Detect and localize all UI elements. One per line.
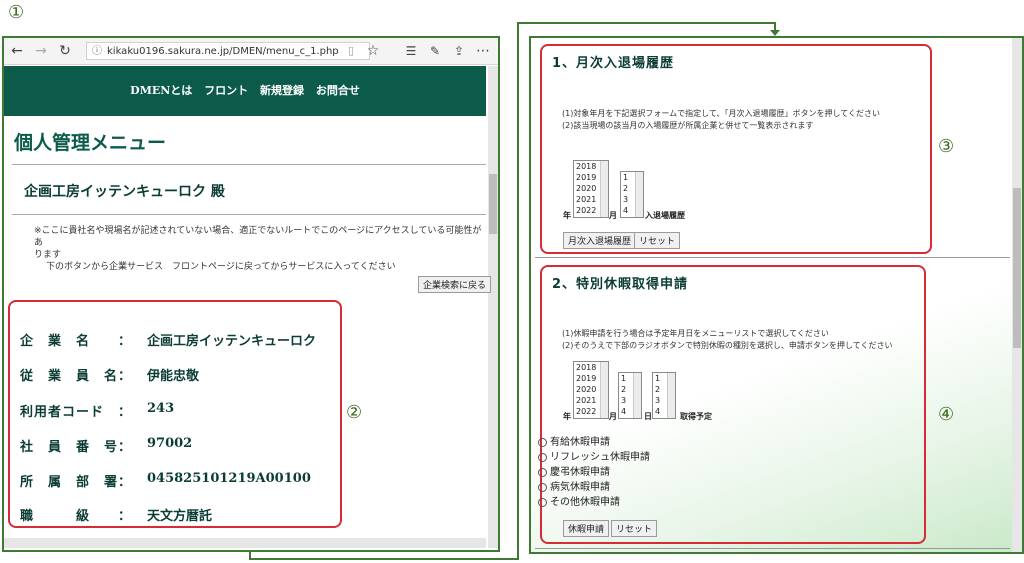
monthly-history-button[interactable]: 月次入退場履歴 (563, 232, 637, 249)
instruction-line: (2)そのうえで下部のラジオボタンで特別休暇の種別を選択し、申請ボタンを押してく… (562, 341, 893, 350)
step-three-label: ③ (938, 136, 955, 157)
special-leave-instructions: (1)休暇申請を行う場合は予定年月日をメニューリストで選択してください (2)そ… (562, 328, 892, 352)
scrollbar-thumb[interactable] (489, 174, 497, 234)
pen-icon[interactable]: ✎ (426, 42, 444, 60)
profile-label-user-code: 利用者コード ： (20, 405, 133, 420)
radio-other-leave[interactable]: その他休暇申請 (538, 493, 620, 508)
listbox-scrollbar[interactable] (600, 161, 608, 217)
forward-arrow-icon[interactable]: → (32, 42, 50, 60)
radio-label: 病気休暇申請 (550, 482, 610, 493)
profile-label-grade: 職 級 ： (20, 509, 133, 524)
leave-year-suffix: 年 (563, 412, 571, 421)
leave-month-suffix: 月 (609, 412, 617, 421)
share-icon[interactable]: ⇪ (450, 42, 468, 60)
profile-label-company: 企 業 名 ： (20, 334, 133, 349)
listbox-scrollbar[interactable] (635, 172, 643, 217)
profile-value-company: 企画工房イッテンキューロク (147, 334, 317, 349)
year-suffix: 年 (563, 211, 571, 220)
monthly-reset-button[interactable]: リセット (634, 232, 681, 249)
profile-value-staff-number: 97002 (147, 436, 193, 451)
radio-label: リフレッシュ休暇申請 (550, 452, 650, 463)
listbox-scrollbar[interactable] (667, 373, 675, 418)
leave-day-select[interactable]: 1 2 3 4 (652, 372, 676, 419)
leave-year-select[interactable]: 2018 2019 2020 2021 2022 (573, 361, 609, 419)
site-nav: DMENとは フロント 新規登録 お問合せ (4, 66, 486, 116)
profile-value-department: 045825101219A00100 (147, 471, 311, 486)
month-suffix: 月 (609, 211, 617, 220)
back-arrow-icon[interactable]: ← (8, 42, 26, 60)
listbox-scrollbar[interactable] (600, 362, 608, 418)
company-heading: 企画工房イッテンキューロク 殿 (24, 184, 225, 200)
radio-sick-leave[interactable]: 病気休暇申請 (538, 478, 610, 493)
page-scrollbar[interactable] (488, 66, 498, 548)
plan-suffix: 取得予定 (680, 412, 712, 421)
month-select[interactable]: 1 2 3 4 (620, 171, 644, 218)
profile-label-staff-number: 社 員 番 号： (20, 440, 133, 455)
radio-circle-icon[interactable] (538, 497, 547, 507)
connector-line (517, 22, 775, 24)
back-to-company-search-button[interactable]: 企業検索に戻る (418, 276, 492, 293)
step-four-label: ④ (938, 404, 955, 425)
nav-item-register[interactable]: 新規登録 (260, 84, 304, 97)
leave-apply-button[interactable]: 休暇申請 (563, 520, 610, 537)
section-title-monthly-history: 1、月次入退場履歴 (552, 56, 675, 71)
radio-circle-icon[interactable] (538, 437, 547, 447)
profile-label-employee: 従 業 員 名： (20, 369, 133, 384)
refresh-icon[interactable]: ↻ (56, 42, 74, 60)
connector-line (249, 558, 519, 560)
radio-circle-icon[interactable] (538, 452, 547, 462)
divider (535, 257, 1010, 258)
leave-reset-button[interactable]: リセット (611, 520, 658, 537)
history-suffix: 入退場履歴 (645, 211, 685, 220)
url-text: kikaku0196.sakura.ne.jp/DMEN/menu_c_1.ph… (107, 46, 339, 57)
instruction-line: (1)休暇申請を行う場合は予定年月日をメニューリストで選択してください (562, 329, 829, 338)
favorites-icon[interactable]: ☰ (402, 42, 420, 60)
more-icon[interactable]: ⋯ (474, 42, 492, 60)
horizontal-scrollbar[interactable] (4, 538, 486, 548)
browser-toolbar: ← → ↻ ⓘ kikaku0196.sakura.ne.jp/DMEN/men… (4, 38, 498, 65)
page-scrollbar[interactable] (1012, 38, 1022, 552)
reading-view-icon[interactable]: ▯ (342, 42, 360, 60)
section-title-special-leave: 2、特別休暇取得申請 (552, 277, 689, 292)
listbox-scrollbar[interactable] (633, 373, 641, 418)
profile-label-department: 所 属 部 署： (20, 475, 133, 490)
step-two-label: ② (346, 402, 363, 423)
radio-label: その他休暇申請 (550, 497, 620, 508)
scrollbar-thumb[interactable] (1013, 188, 1021, 348)
divider (12, 214, 486, 215)
star-icon[interactable]: ☆ (364, 42, 382, 60)
nav-item-contact[interactable]: お問合せ (316, 84, 360, 97)
radio-label: 有給休暇申請 (550, 437, 610, 448)
nav-item-front[interactable]: フロント (204, 84, 248, 97)
radio-label: 慶弔休暇申請 (550, 467, 610, 478)
instruction-line: (1)対象年月を下記選択フォームで指定して、「月次入退場履歴」ボタンを押してくだ… (562, 109, 880, 118)
radio-paid-leave[interactable]: 有給休暇申請 (538, 433, 610, 448)
year-select[interactable]: 2018 2019 2020 2021 2022 (573, 160, 609, 218)
leave-month-select[interactable]: 1 2 3 4 (618, 372, 642, 419)
step-one-label: ① (8, 2, 25, 23)
radio-refresh-leave[interactable]: リフレッシュ休暇申請 (538, 448, 650, 463)
address-bar[interactable]: ⓘ kikaku0196.sakura.ne.jp/DMEN/menu_c_1.… (86, 42, 370, 60)
divider (12, 164, 486, 165)
monthly-history-highlight (540, 44, 932, 254)
info-icon: ⓘ (92, 46, 102, 57)
notice-line: ります (34, 250, 62, 260)
monthly-history-instructions: (1)対象年月を下記選択フォームで指定して、「月次入退場履歴」ボタンを押してくだ… (562, 108, 880, 132)
page-title: 個人管理メニュー (14, 132, 167, 154)
profile-value-user-code: 243 (147, 401, 175, 416)
access-notice: ※ここに貴社名や現場名が記述されていない場合、適正でないルートでこのページにアク… (34, 225, 484, 273)
instruction-line: (2)該当現場の該当月の入場履歴が所属企業と併せて一覧表示されます (562, 121, 814, 130)
radio-bereavement-leave[interactable]: 慶弔休暇申請 (538, 463, 610, 478)
profile-value-employee: 伊能忠敬 (147, 369, 200, 384)
notice-line: ※ここに貴社名や現場名が記述されていない場合、適正でないルートでこのページにアク… (34, 226, 482, 248)
leave-day-suffix: 日 (644, 412, 652, 421)
nav-item-about[interactable]: DMENとは (130, 84, 192, 97)
radio-circle-icon[interactable] (538, 467, 547, 477)
notice-line: 下のボタンから企業サービス フロントページに戻ってからサービスに入ってください (46, 262, 396, 272)
profile-value-grade: 天文方暦託 (147, 509, 213, 524)
radio-circle-icon[interactable] (538, 482, 547, 492)
divider (535, 548, 1010, 549)
connector-line (517, 22, 519, 560)
